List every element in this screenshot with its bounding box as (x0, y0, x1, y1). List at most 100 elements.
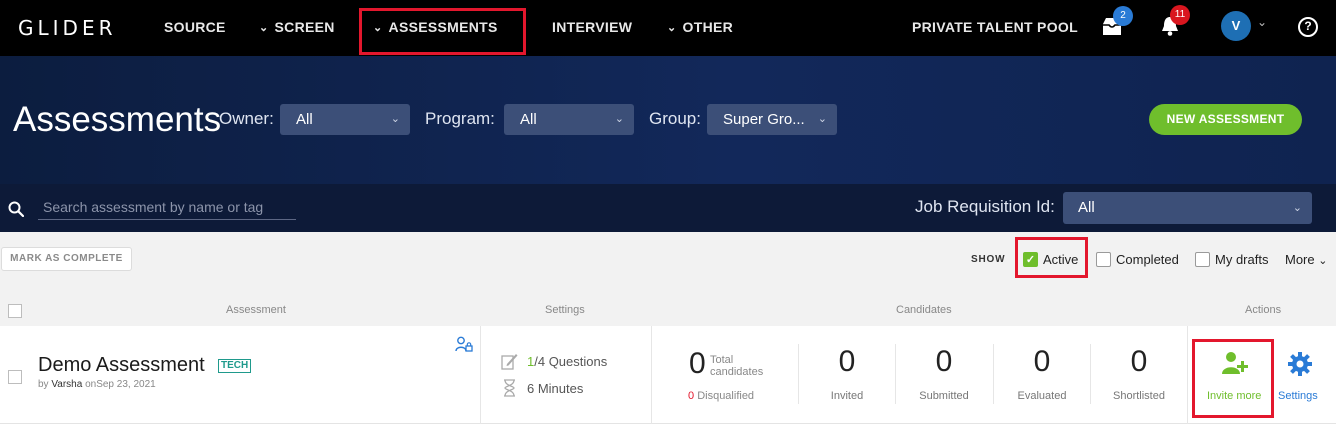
invite-more-button[interactable]: Invite more (1207, 390, 1261, 402)
mark-as-complete-button[interactable]: MARK AS COMPLETE (1, 247, 132, 271)
disqualified-count: 0 (688, 390, 695, 402)
completed-filter-checkbox[interactable] (1096, 252, 1111, 267)
my-drafts-filter-checkbox[interactable] (1195, 252, 1210, 267)
chevron-down-icon: ⌄ (817, 113, 827, 125)
notifications-button[interactable]: 11 (1159, 5, 1190, 42)
program-label: Program: (425, 109, 495, 128)
assessments-highlight-box (359, 8, 526, 55)
select-all-checkbox[interactable] (8, 304, 22, 318)
user-lock-icon[interactable] (455, 336, 473, 353)
nav-private-talent-pool[interactable]: PRIVATE TALENT POOL (912, 19, 1078, 35)
column-divider (651, 326, 652, 424)
search-icon[interactable] (8, 201, 24, 217)
shortlisted-count[interactable]: 0 (1099, 345, 1179, 379)
column-divider (480, 326, 481, 424)
stat-divider (1090, 344, 1091, 404)
total-candidates-label: Total candidates (710, 354, 763, 378)
by-prefix: by (38, 379, 49, 390)
stat-divider (798, 344, 799, 404)
new-assessment-button[interactable]: NEW ASSESSMENT (1149, 104, 1302, 135)
table-row: Demo Assessment TECH by Varsha onSep 23,… (0, 326, 1336, 424)
assessments-header: Assessments Owner: All ⌄ Program: All ⌄ … (0, 56, 1336, 184)
more-filters-dropdown[interactable]: More ⌄ (1285, 252, 1327, 267)
duration: 6 Minutes (527, 381, 584, 396)
assessment-byline: by Varsha onSep 23, 2021 (38, 379, 156, 390)
assessment-tag: TECH (218, 359, 252, 373)
questions-rest: /4 Questions (534, 354, 608, 369)
gear-icon[interactable] (1287, 351, 1313, 377)
program-select-value: All (520, 111, 537, 128)
page-title: Assessments (13, 100, 222, 139)
help-icon[interactable]: ? (1298, 17, 1318, 37)
column-header-settings: Settings (545, 304, 585, 316)
add-user-icon[interactable] (1221, 351, 1249, 375)
top-navigation-bar: GLIDER SOURCE ⌄ SCREEN ⌄ ASSESSMENTS INTER… (0, 0, 1336, 56)
program-select[interactable]: All ⌄ (504, 104, 634, 135)
job-requisition-label: Job Requisition Id: (915, 197, 1055, 216)
nav-source[interactable]: SOURCE (164, 19, 226, 35)
glider-logo[interactable]: GLIDER (18, 16, 116, 40)
column-header-actions: Actions (1245, 304, 1282, 316)
on-prefix: on (85, 379, 97, 390)
stat-divider (895, 344, 896, 404)
column-divider (1187, 326, 1188, 424)
active-highlight-box (1015, 237, 1088, 278)
user-avatar[interactable]: V (1221, 11, 1251, 41)
notifications-count-badge: 11 (1170, 5, 1190, 25)
job-requisition-value: All (1078, 199, 1095, 216)
submitted-label: Submitted (919, 390, 969, 402)
chevron-down-icon: ⌄ (259, 22, 269, 34)
evaluated-label: Evaluated (1017, 390, 1067, 402)
row-select-checkbox[interactable] (8, 370, 22, 384)
search-bar-row: Job Requisition Id: All ⌄ (0, 184, 1336, 232)
search-assessment-input[interactable] (38, 194, 296, 220)
show-label: SHOW (971, 254, 1006, 265)
submitted-count[interactable]: 0 (904, 345, 984, 379)
disqualified-label: Disqualified (697, 390, 755, 402)
group-select[interactable]: Super Gro... ⌄ (707, 104, 837, 135)
nav-other[interactable]: ⌄ OTHER (667, 19, 733, 35)
chevron-down-icon: ⌄ (1292, 202, 1302, 214)
nav-screen-label: SCREEN (274, 19, 335, 35)
inbox-count-badge: 2 (1113, 6, 1133, 26)
chevron-down-icon[interactable]: ⌄ (1257, 15, 1267, 29)
hourglass-icon (504, 379, 515, 397)
total-label-line2: candidates (710, 366, 764, 378)
completed-filter-label[interactable]: Completed (1116, 252, 1179, 267)
nav-source-label: SOURCE (164, 19, 226, 35)
job-requisition-select[interactable]: All ⌄ (1063, 192, 1312, 224)
total-label-line1: Total (710, 354, 734, 366)
group-select-value: Super Gro... (723, 111, 805, 128)
assessment-name[interactable]: Demo Assessment (38, 354, 205, 377)
nav-other-label: OTHER (682, 19, 734, 35)
group-label: Group: (649, 109, 701, 128)
edit-questions-icon (501, 354, 518, 370)
shortlisted-label: Shortlisted (1113, 390, 1165, 402)
column-header-candidates: Candidates (896, 304, 952, 316)
my-drafts-filter-label[interactable]: My drafts (1215, 252, 1268, 267)
owner-label: Owner: (219, 109, 274, 128)
stat-divider (993, 344, 994, 404)
disqualified-info: 0 Disqualified (688, 390, 754, 402)
chevron-down-icon: ⌄ (1318, 255, 1328, 267)
invited-label: Invited (830, 390, 864, 402)
settings-button[interactable]: Settings (1278, 390, 1318, 402)
invited-count[interactable]: 0 (807, 345, 887, 379)
nav-screen[interactable]: ⌄ SCREEN (259, 19, 335, 35)
chevron-down-icon: ⌄ (614, 113, 624, 125)
inbox-button[interactable]: 2 (1100, 6, 1133, 43)
chevron-down-icon: ⌄ (390, 113, 400, 125)
nav-interview[interactable]: INTERVIEW (552, 19, 632, 35)
nav-interview-label: INTERVIEW (552, 19, 633, 35)
questions-count: 1/4 Questions (527, 354, 607, 369)
total-candidates-count: 0 (689, 347, 706, 380)
evaluated-count[interactable]: 0 (1002, 345, 1082, 379)
table-row-next (0, 424, 1336, 438)
owner-select-value: All (296, 111, 313, 128)
more-label: More (1285, 252, 1315, 267)
chevron-down-icon: ⌄ (667, 22, 677, 34)
created-date: Sep 23, 2021 (96, 379, 156, 390)
column-header-assessment: Assessment (226, 304, 286, 316)
author-name: Varsha (51, 379, 83, 390)
owner-select[interactable]: All ⌄ (280, 104, 410, 135)
